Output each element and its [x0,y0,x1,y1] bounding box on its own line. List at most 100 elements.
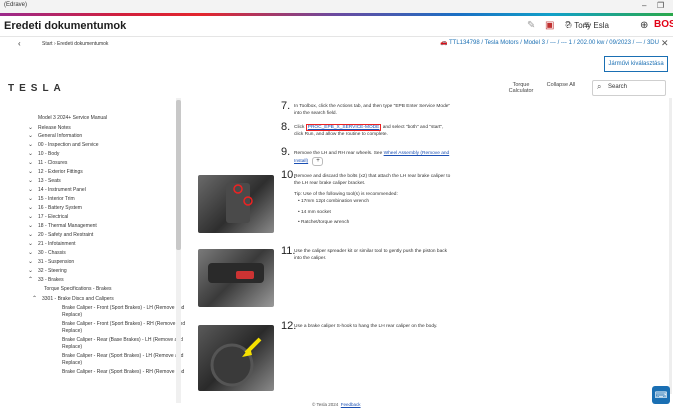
user-menu[interactable]: ⚇ Tony Esla [565,21,609,30]
car-icon: 🚗 [440,40,448,46]
page-title: Eredeti dokumentumok [4,20,127,32]
brand-logo: BOSCH [654,19,673,30]
sidebar-item[interactable]: ⌄ 17 - Electrical [28,213,68,220]
sidebar-item[interactable]: ⌃ 3301 - Brake Discs and Calipers [32,295,114,302]
caliper-bolts-photo [198,175,274,233]
caliper-bolts-photo-overlay [226,183,253,223]
sidebar-item[interactable]: ⌄ 32 - Steering [28,267,67,274]
caliper-hook-photo [198,325,274,391]
tool-item: • 17mm 12pt combination wrench [298,199,370,204]
step-text: Use a brake caliper S-hook to hang the L… [294,324,438,329]
copyright-text: © Tesla 2024 [312,402,339,407]
step-text: Click PROC_EPB_X_SERVICE-MODE and select… [294,124,444,137]
step-number: 9. [281,146,291,158]
manual-brand-logo: TESLA [8,83,66,94]
window-titlebar: (Edrave) – ❐ [0,0,673,14]
user-name: Tony Esla [574,21,609,30]
chevron-down-icon: ⌄ [28,241,34,247]
sidebar-item[interactable]: ⌄ 11 - Closures [28,159,67,166]
feedback-link[interactable]: Feedback [341,402,361,407]
step-text: In Toolbox, click the Actions tab, and t… [294,104,451,116]
chevron-down-icon: ⌄ [28,232,34,238]
chevron-down-icon: ⌄ [28,259,34,265]
step-text: Remove the LH and RH rear wheels. See Wh… [294,151,450,166]
chevron-down-icon: ⌄ [28,223,34,229]
chevron-down-icon: ⌄ [28,142,34,148]
footer: © Tesla 2024 Feedback [312,402,361,407]
step-tip: Tip: Use of the following tool(s) is rec… [294,192,398,197]
manual-sidebar: Model 3 2024+ Service Manual ⌄ Release No… [0,98,185,411]
sidebar-item[interactable]: ⌄ 18 - Thermal Management [28,222,97,229]
search-input[interactable]: ⌕ Search [592,80,666,96]
sidebar-item[interactable]: ⌄ General Information [28,132,82,139]
collapse-all-button[interactable]: Collapse All [545,82,577,88]
sidebar-item[interactable]: Model 3 2024+ Service Manual [38,115,107,121]
sidebar-item[interactable]: Replace) [62,360,82,366]
sidebar-item[interactable]: ⌄ 00 - Inspection and Service [28,141,99,148]
sidebar-scroll-thumb[interactable] [176,100,181,250]
tool-item: • 14 mm socket [298,210,331,215]
window-title: (Edrave) [4,2,28,8]
sidebar-item[interactable]: Brake Caliper - Front (Sport Brakes) - R… [62,321,185,327]
chevron-up-icon: ⌃ [32,296,38,302]
sidebar-item[interactable]: ⌄ 13 - Seats [28,177,61,184]
select-vehicle-button[interactable]: Járművi kiválasztása [604,56,668,72]
chat-icon[interactable]: ⌨ [652,386,670,404]
step-number: 8. [281,121,291,133]
chevron-down-icon: ⌄ [28,178,34,184]
chevron-down-icon: ⌄ [28,151,34,157]
chevron-down-icon: ⌄ [28,160,34,166]
maximize-icon[interactable]: ❐ [657,1,664,10]
search-placeholder: Search [608,84,628,90]
chevron-down-icon: ⌄ [28,205,34,211]
user-icon: ⚇ [565,21,575,30]
sidebar-item[interactable]: ⌄ 12 - Exterior Fittings [28,168,83,175]
breadcrumb[interactable]: Start › Eredeti dokumentumok [42,41,108,47]
sidebar-item[interactable]: Brake Caliper - Rear (Base Brakes) - LH … [62,337,183,343]
sidebar-item[interactable]: ⌄ 16 - Battery System [28,204,82,211]
caliper-hook-photo-overlay [210,337,262,387]
search-icon: ⌕ [597,82,602,91]
content-scrollbar[interactable] [669,98,672,394]
back-arrow-icon[interactable]: ‹ [18,39,21,48]
chevron-up-icon: ⌃ [28,277,34,283]
sidebar-item[interactable]: Replace) [62,312,82,318]
step-number: 7. [281,100,291,112]
sidebar-item[interactable]: Brake Caliper - Rear (Sport Brakes) - LH… [62,353,183,359]
chevron-down-icon: ⌄ [28,268,34,274]
step-text: Use the caliper spreader kit or similar … [294,249,448,261]
bosch-logo-icon: ⊕ [640,20,649,31]
sidebar-item[interactable]: ⌄ 15 - Interior Trim [28,195,75,202]
chevron-down-icon: ⌄ [28,187,34,193]
torque-calculator-button[interactable]: Torque Calculator [505,82,537,94]
step-text: Remove and discard the bolts (x2) that a… [294,174,451,186]
edit-icon[interactable]: ✎ [527,20,535,31]
chevron-down-icon: ⌄ [28,133,34,139]
chevron-down-icon: ⌄ [28,214,34,220]
sidebar-item[interactable]: ⌄ 10 - Body [28,150,59,157]
minimize-icon[interactable]: – [642,1,646,10]
sidebar-item[interactable]: ⌄ 30 - Chassis [28,249,66,256]
sidebar-item[interactable]: ⌄ 20 - Safety and Restraint [28,231,93,238]
sidebar-item[interactable]: Replace) [62,344,82,350]
sidebar-item[interactable]: ⌄ 31 - Suspension [28,258,74,265]
service-mode-link[interactable]: PROC_EPB_X_SERVICE-MODE [305,124,382,131]
chevron-right-icon: ⌄ [28,125,34,131]
expand-icon[interactable]: + [312,157,324,166]
caliper-spreader-photo-overlay [208,263,264,283]
caliper-spreader-photo [198,249,274,307]
sidebar-item[interactable]: Replace) [62,328,82,334]
sidebar-item[interactable]: Brake Caliper - Front (Sport Brakes) - L… [62,305,184,311]
chevron-down-icon: ⌄ [28,250,34,256]
sidebar-item[interactable]: ⌄ 14 - Instrument Panel [28,186,86,193]
chevron-down-icon: ⌄ [28,169,34,175]
cart-icon[interactable]: ▣ [545,20,554,31]
chevron-down-icon: ⌄ [28,196,34,202]
sidebar-item[interactable]: ⌄ Release Notes [28,124,71,131]
sidebar-item[interactable]: Brake Caliper - Rear (Sport Brakes) - RH… [62,369,184,375]
close-icon[interactable]: ✕ [661,38,669,49]
sidebar-item[interactable]: ⌄ 21 - Infotainment [28,240,76,247]
sidebar-item[interactable]: Torque Specifications - Brakes [44,286,112,292]
sidebar-item[interactable]: ⌃ 33 - Brakes [28,276,64,283]
vehicle-info: TTL134798 / Tesla Motors / Model 3 / ---… [449,40,659,46]
